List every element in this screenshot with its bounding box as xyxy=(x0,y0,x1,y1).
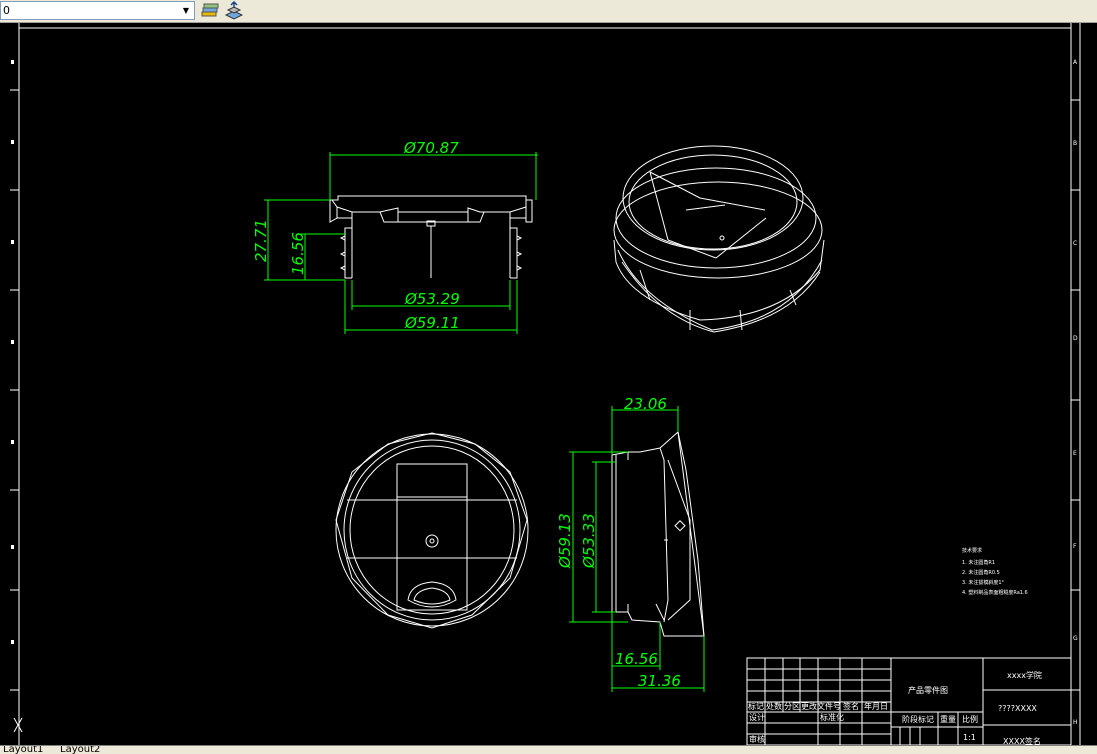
layers-arrow-icon xyxy=(224,0,244,20)
layer-previous-button[interactable] xyxy=(200,1,220,21)
drawing-number: ????XXXX xyxy=(998,704,1037,713)
chevron-down-icon[interactable]: ▼ xyxy=(179,3,193,18)
label-review: 审核 xyxy=(749,734,765,744)
dimension-text: Ø53.33 xyxy=(580,513,598,569)
dimension-text: Ø59.13 xyxy=(556,513,574,569)
side-dimensions: 23.06 Ø59.13 Ø53.33 16.56 31.36 xyxy=(556,395,681,690)
dimension-text: Ø70.87 xyxy=(403,139,459,157)
zone-label: H xyxy=(1073,719,1078,726)
drawing-border xyxy=(10,23,1081,745)
label-stage-mark: 阶段标记 xyxy=(902,714,934,724)
isometric-view xyxy=(613,145,825,333)
note-item: 2. 未注圆角R0.5 xyxy=(962,569,1000,576)
technical-notes: 技术要求 1. 未注圆角R1 2. 未注圆角R0.5 3. 未注拔模斜度1° 4… xyxy=(962,547,1028,596)
zone-labels: A B C D E F G H xyxy=(1073,59,1078,726)
dimension-text: Ø59.11 xyxy=(404,314,460,332)
layer-combo-value: 0 xyxy=(3,4,10,17)
note-item: 1. 未注圆角R1 xyxy=(962,559,995,566)
note-item: 3. 未注拔模斜度1° xyxy=(962,579,1005,586)
side-view xyxy=(611,430,705,637)
label-ratio: 比例 xyxy=(962,714,978,724)
label-date: 年月日 xyxy=(864,701,888,711)
ucs-icon xyxy=(13,717,23,733)
label-signature: 签名 xyxy=(843,701,859,711)
dimension-text: 31.36 xyxy=(638,672,681,690)
layers-toolbar: 0 ▼ xyxy=(0,0,1097,23)
border-tick-marks xyxy=(11,60,14,644)
zone-label: D xyxy=(1073,335,1078,342)
layers-stack-icon xyxy=(201,3,219,17)
notes-title: 技术要求 xyxy=(962,547,982,554)
label-weight: 重量 xyxy=(940,714,956,724)
section-dimensions: Ø70.87 27.71 16.56 Ø53.29 Ø59.11 xyxy=(252,139,460,332)
zone-label: A xyxy=(1073,59,1078,66)
dimension-text: 23.06 xyxy=(624,395,667,413)
zone-label: F xyxy=(1073,543,1077,550)
dimension-text: 27.71 xyxy=(252,219,270,262)
label-mark: 标记 xyxy=(748,701,764,711)
school-name: xxxx学院 xyxy=(1007,670,1042,680)
label-change-doc: 更改文件号 xyxy=(801,701,841,711)
top-view xyxy=(335,432,529,629)
dimension-text: 16.56 xyxy=(615,650,658,668)
layer-combo[interactable]: 0 ▼ xyxy=(0,1,195,20)
zone-label: C xyxy=(1073,240,1077,247)
label-count: 处数 xyxy=(766,701,782,711)
ratio-value: 1:1 xyxy=(963,733,976,742)
section-view xyxy=(329,195,533,279)
signature-name: XXXX签名 xyxy=(1003,736,1041,745)
label-standardize: 标准化 xyxy=(820,712,844,722)
dimension-text: 16.56 xyxy=(289,232,307,275)
zone-label: E xyxy=(1073,450,1077,457)
zone-label: G xyxy=(1073,635,1078,642)
part-title: 产品零件图 xyxy=(908,685,948,695)
dimension-text: Ø53.29 xyxy=(404,290,460,308)
zone-label: B xyxy=(1073,140,1077,147)
layer-states-button[interactable] xyxy=(224,0,244,21)
drawing-canvas[interactable]: A B C D E F G H Ø70.87 27.71 16.56 Ø53.2… xyxy=(0,23,1097,745)
note-item: 4. 塑料制品表面粗糙度Ra1.6 xyxy=(962,589,1028,596)
label-design: 设计 xyxy=(749,712,765,722)
label-zone: 分区 xyxy=(784,702,800,711)
